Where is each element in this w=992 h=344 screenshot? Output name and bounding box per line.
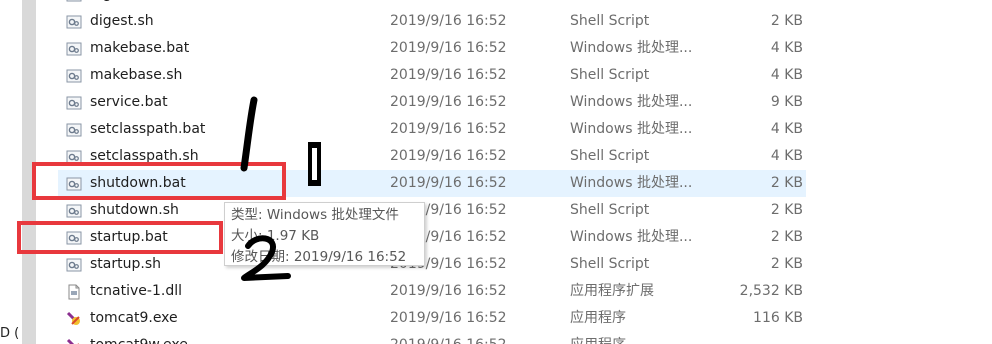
annotation-overlay xyxy=(240,96,321,281)
annotation-mark-1 xyxy=(240,96,258,172)
annotation-cursor-mark-inner xyxy=(312,148,317,180)
annotation-mark-2 xyxy=(241,235,291,281)
